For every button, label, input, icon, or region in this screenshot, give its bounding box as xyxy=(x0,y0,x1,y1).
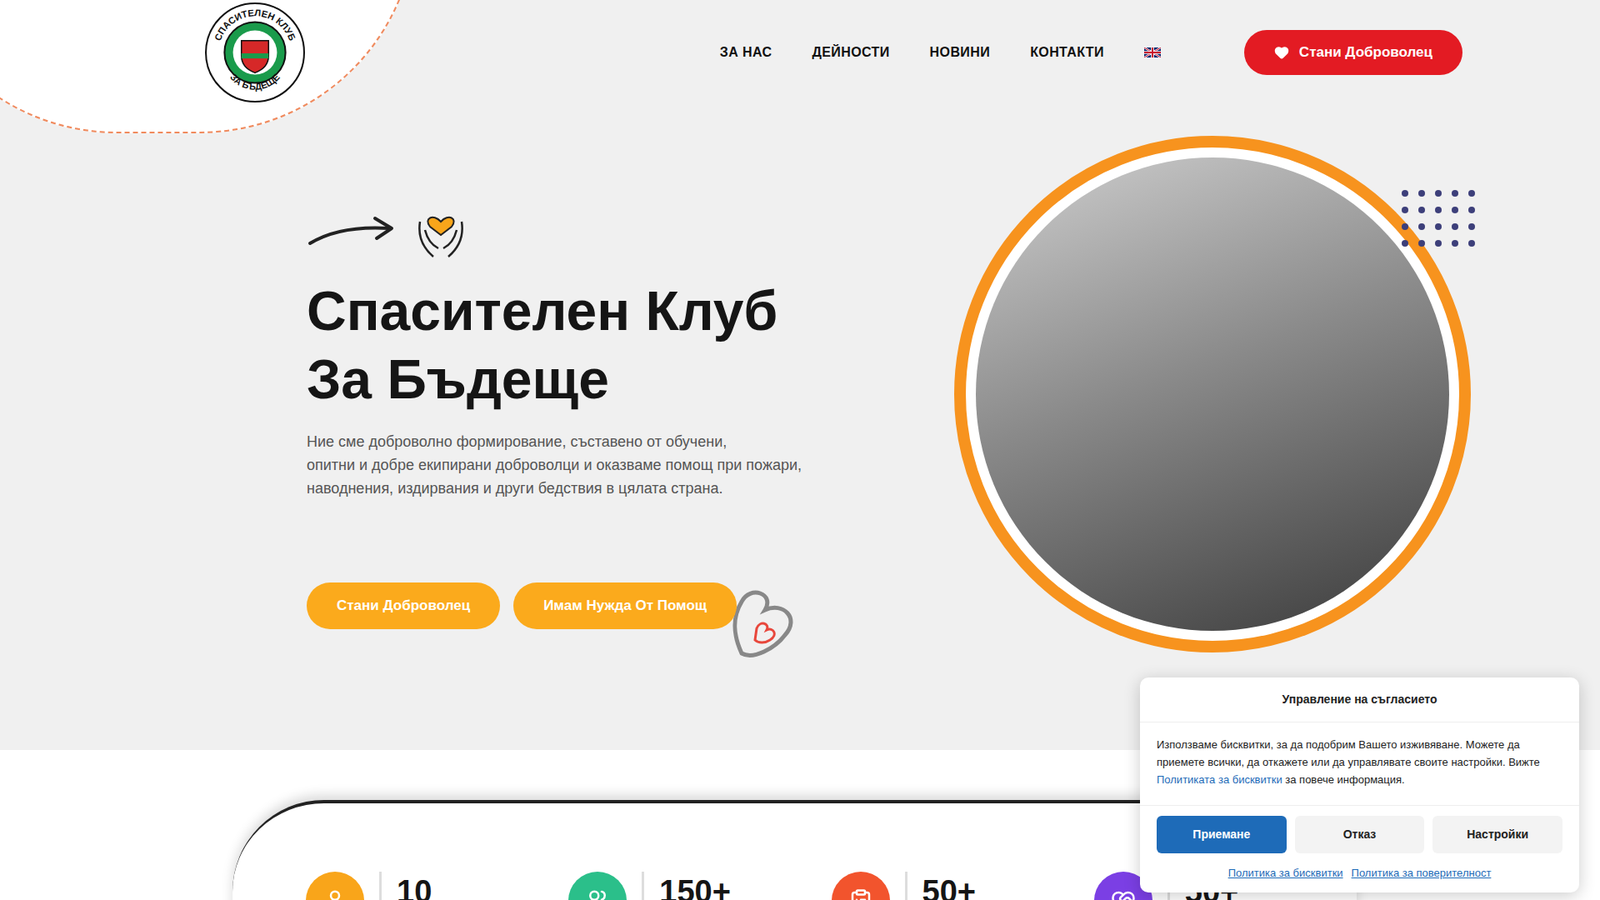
hero-title: Спасителен КлубЗа Бъдеще xyxy=(306,276,874,414)
cookie-text: Използваме бисквитки, за да подобрим Ваш… xyxy=(1140,722,1580,806)
hands-heart-icon xyxy=(408,196,474,262)
hero-buttons: Стани Доброволец Имам Нужда От Помощ xyxy=(306,543,874,669)
arrow-icon xyxy=(306,208,399,250)
nav-item[interactable]: КОНТАКТИ xyxy=(1030,42,1105,63)
hero-text: Спасителен КлубЗа Бъдеще Ние сме добровол… xyxy=(306,196,874,669)
stat-symbol-icon xyxy=(848,888,874,900)
cookie-link[interactable]: Политика за поверителност xyxy=(1351,865,1492,882)
stat-item: 150+ xyxy=(568,871,831,900)
cookie-link[interactable]: Политика за бисквитки xyxy=(1228,865,1344,882)
hero-photo-wrap xyxy=(941,123,1484,665)
stat-symbol-icon xyxy=(322,888,348,900)
club-logo-icon[interactable]: СПАСИТЕЛЕН КЛУБ ЗА БЪДЕЩЕ xyxy=(204,1,306,104)
stat-value: 50+ xyxy=(922,871,976,900)
hero-description: Ние сме доброволно формирование, съставе… xyxy=(306,430,874,500)
stat-item: 50+ xyxy=(831,871,1095,900)
stat-value: 10 xyxy=(396,871,432,900)
cookie-button[interactable]: Настройки xyxy=(1432,815,1563,854)
stat-symbol-icon xyxy=(585,888,610,900)
stat-symbol-icon xyxy=(1110,888,1136,900)
cookie-button[interactable]: Приемане xyxy=(1156,815,1287,854)
nav-item[interactable]: НОВИНИ xyxy=(930,42,991,63)
page: СПАСИТЕЛЕН КЛУБ ЗА БЪДЕЩЕ ЗА НАС ДЕЙНОСТИ НО… xyxy=(0,0,1600,900)
cookie-button[interactable]: Отказ xyxy=(1295,815,1425,854)
cookie-title: Управление на съгласието xyxy=(1140,677,1580,723)
cookie-links: Политика за бисквитки Политика за поверит… xyxy=(1140,853,1580,894)
cookie-policy-link[interactable]: Политиката за бисквитки xyxy=(1156,773,1283,786)
logo-top-text: СПАСИТЕЛЕН КЛУБ xyxy=(212,7,298,42)
nav-item[interactable]: ЗА НАС xyxy=(720,42,773,63)
cookie-banner: Управление на съгласиетоИзползваме бискв… xyxy=(1140,677,1580,894)
hero-button[interactable]: Стани Доброволец xyxy=(306,582,500,630)
hero-section: СПАСИТЕЛЕН КЛУБ ЗА БЪДЕЩЕ ЗА НАС ДЕЙНОСТИ НО… xyxy=(0,0,1600,750)
hero-button[interactable]: Имам Нужда От Помощ xyxy=(513,582,737,630)
stat-value: 150+ xyxy=(659,871,731,900)
nav-item[interactable]: ДЕЙНОСТИ xyxy=(811,42,890,63)
header: СПАСИТЕЛЕН КЛУБ ЗА БЪДЕЩЕ ЗА НАС ДЕЙНОСТИ НО… xyxy=(0,0,1600,105)
header-volunteer-button[interactable]: Стани Доброволец xyxy=(1244,30,1463,75)
cookie-buttons: ПриеманеОтказНастройки xyxy=(1140,805,1580,854)
logo-bottom-text: ЗА БЪДЕЩЕ xyxy=(228,71,282,92)
hero-content: Спасителен КлубЗа Бъдеще Ние сме добровол… xyxy=(0,105,1600,669)
hero-decor xyxy=(306,196,874,262)
stat-icon xyxy=(831,871,890,900)
dots-pattern xyxy=(1401,190,1475,247)
stat-icon xyxy=(305,871,365,900)
stat-icon xyxy=(568,871,627,900)
hero-photo xyxy=(954,135,1471,653)
main-nav: ЗА НАС ДЕЙНОСТИ НОВИНИ КОНТАКТИ xyxy=(720,42,1161,63)
uk-flag-icon[interactable] xyxy=(1144,47,1161,58)
stat-item: 10 xyxy=(305,871,569,900)
heart-icon xyxy=(1274,45,1290,60)
